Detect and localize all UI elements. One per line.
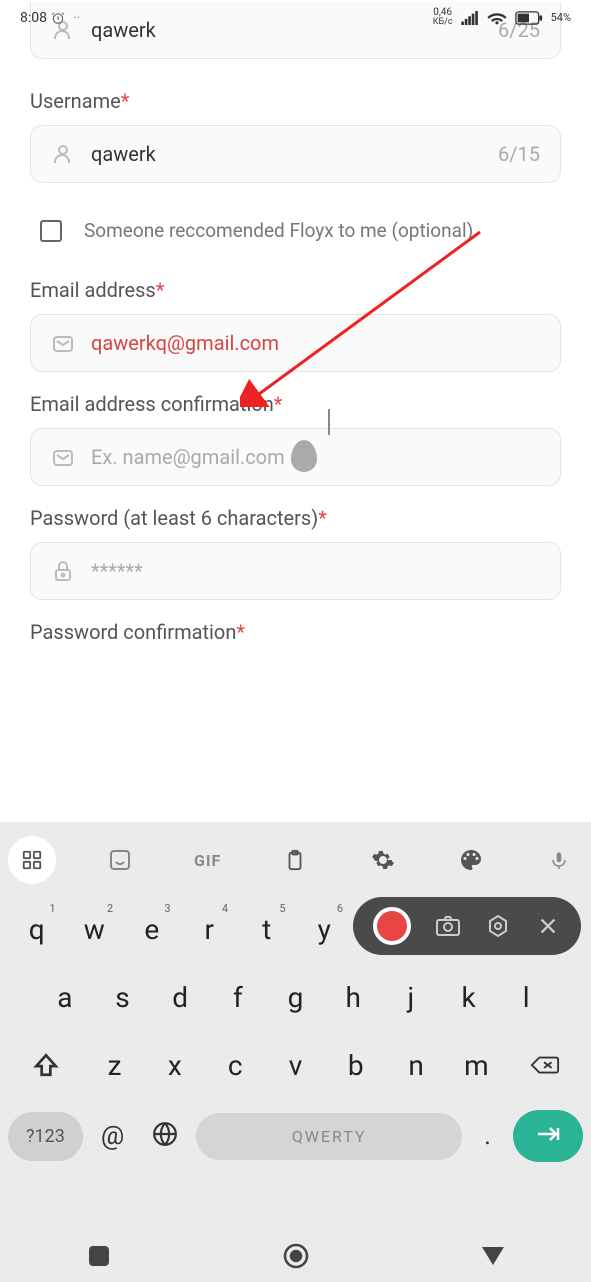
key-f[interactable]: f xyxy=(211,966,265,1028)
alarm-icon xyxy=(51,11,65,25)
nav-home[interactable] xyxy=(282,1242,310,1270)
shift-key[interactable] xyxy=(10,1034,82,1096)
key-t[interactable]: 5t xyxy=(240,898,294,960)
key-y[interactable]: 6y xyxy=(298,898,352,960)
referral-label: Someone reccomended Floyx to me (optiona… xyxy=(84,219,473,242)
keyboard-bottom-row: ?123 @ QWERTY . xyxy=(0,1102,591,1170)
key-h[interactable]: h xyxy=(326,966,380,1028)
key-j[interactable]: j xyxy=(384,966,438,1028)
keyboard-row-3: zxcvbnm xyxy=(8,1034,583,1096)
gif-button[interactable]: GIF xyxy=(184,836,232,884)
key-s[interactable]: s xyxy=(96,966,150,1028)
spacebar[interactable]: QWERTY xyxy=(196,1113,462,1160)
password-field[interactable] xyxy=(30,542,561,600)
checkbox-icon[interactable] xyxy=(40,220,62,242)
at-key[interactable]: @ xyxy=(91,1121,134,1151)
keyboard: GIF 1q2w3e4r5t6y7u8i9o0p asdfghjkl zxcvb… xyxy=(0,822,591,1282)
key-w[interactable]: 2w xyxy=(68,898,122,960)
wifi-icon xyxy=(487,10,507,26)
key-d[interactable]: d xyxy=(153,966,207,1028)
key-n[interactable]: n xyxy=(388,1034,444,1096)
keyboard-row-2: asdfghjkl xyxy=(8,966,583,1028)
email-field[interactable]: qawerkq@gmail.com xyxy=(30,314,561,372)
key-c[interactable]: c xyxy=(207,1034,263,1096)
clipboard-icon[interactable] xyxy=(271,836,319,884)
key-x[interactable]: x xyxy=(147,1034,203,1096)
key-a[interactable]: a xyxy=(38,966,92,1028)
lock-icon xyxy=(51,559,75,583)
signal-icon xyxy=(461,11,479,25)
nav-bar xyxy=(0,1230,591,1282)
apps-icon[interactable] xyxy=(8,836,56,884)
key-l[interactable]: l xyxy=(499,966,553,1028)
numeric-mode-key[interactable]: ?123 xyxy=(8,1112,83,1161)
username-field[interactable]: qawerk 6/15 xyxy=(30,125,561,183)
key-q[interactable]: 1q xyxy=(10,898,64,960)
palette-icon[interactable] xyxy=(447,836,495,884)
text-cursor xyxy=(328,409,330,435)
nav-back[interactable] xyxy=(479,1242,507,1270)
close-icon[interactable] xyxy=(535,913,561,939)
key-b[interactable]: b xyxy=(328,1034,384,1096)
key-z[interactable]: z xyxy=(86,1034,142,1096)
camera-icon[interactable] xyxy=(435,913,461,939)
nav-recent[interactable] xyxy=(85,1242,113,1270)
gear-icon[interactable] xyxy=(359,836,407,884)
cursor-handle[interactable] xyxy=(291,440,317,472)
password-label: Password (at least 6 characters)* xyxy=(30,506,561,530)
enter-key[interactable] xyxy=(513,1110,583,1162)
globe-icon[interactable] xyxy=(142,1121,188,1151)
period-key[interactable]: . xyxy=(470,1121,505,1151)
keyboard-toolbar: GIF xyxy=(0,822,591,898)
key-e[interactable]: 3e xyxy=(125,898,179,960)
username-value: qawerk xyxy=(91,142,498,166)
battery-icon xyxy=(515,11,543,25)
key-g[interactable]: g xyxy=(269,966,323,1028)
time: 8:08 xyxy=(20,10,47,26)
password-input[interactable] xyxy=(91,559,540,583)
referral-checkbox-row[interactable]: Someone reccomended Floyx to me (optiona… xyxy=(30,203,561,258)
mail-icon xyxy=(51,331,75,355)
status-bar: 8:08 ·· 0,46КБ/с 54% xyxy=(0,2,591,33)
key-r[interactable]: 4r xyxy=(183,898,237,960)
username-counter: 6/15 xyxy=(498,142,540,166)
key-v[interactable]: v xyxy=(267,1034,323,1096)
email-value: qawerkq@gmail.com xyxy=(91,331,540,355)
settings-icon[interactable] xyxy=(485,913,511,939)
sticker-icon[interactable] xyxy=(96,836,144,884)
record-button[interactable] xyxy=(373,907,411,945)
mail-icon xyxy=(51,445,75,469)
key-k[interactable]: k xyxy=(442,966,496,1028)
mic-icon[interactable] xyxy=(535,836,583,884)
backspace-key[interactable] xyxy=(509,1034,581,1096)
email-label: Email address* xyxy=(30,278,561,302)
speed-unit: КБ/с xyxy=(433,18,453,27)
battery-pct: 54% xyxy=(551,11,571,24)
user-icon xyxy=(51,142,75,166)
floating-controls[interactable] xyxy=(353,897,581,955)
username-label: Username* xyxy=(30,89,561,113)
email-confirm-label: Email address confirmation* xyxy=(30,392,561,416)
dots: ·· xyxy=(73,10,80,26)
password-confirm-label: Password confirmation* xyxy=(30,620,561,644)
key-m[interactable]: m xyxy=(448,1034,504,1096)
